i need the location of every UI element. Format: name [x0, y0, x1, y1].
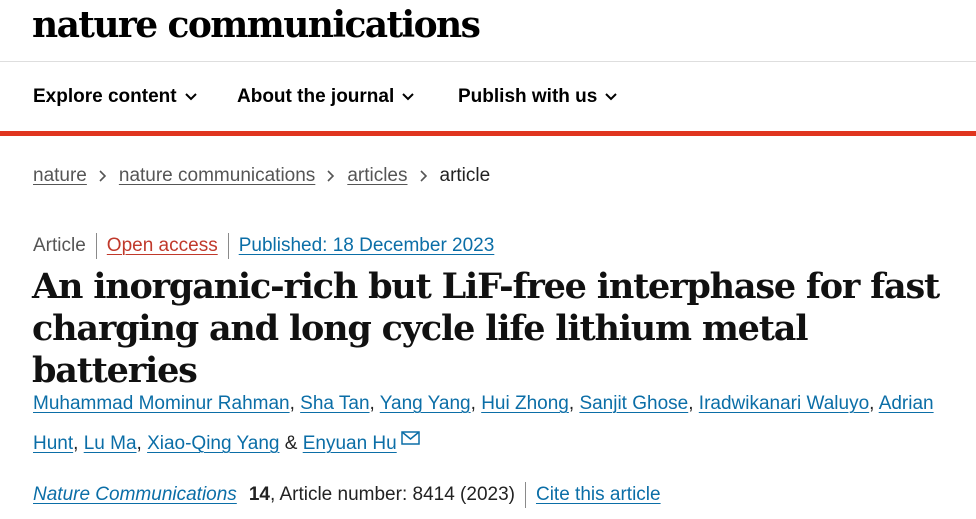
journal-logo[interactable]: nature communications: [32, 2, 481, 48]
author-link[interactable]: Yang Yang: [380, 393, 471, 414]
author-link[interactable]: Sha Tan: [300, 393, 369, 414]
divider: [227, 233, 229, 259]
author-list: Muhammad Mominur Rahman, Sha Tan, Yang Y…: [33, 393, 934, 454]
mail-icon[interactable]: [400, 431, 420, 445]
author-link[interactable]: Sanjit Ghose: [579, 393, 688, 414]
breadcrumb-nature-communications[interactable]: nature communications: [119, 164, 315, 188]
nav-explore-content[interactable]: Explore content: [33, 85, 197, 109]
chevron-right-icon: [327, 170, 335, 182]
published-date-link[interactable]: Published: 18 December 2023: [239, 233, 495, 259]
chevron-down-icon: [402, 93, 414, 101]
author-link[interactable]: Enyuan Hu: [303, 433, 397, 454]
article-type: Article: [33, 235, 86, 256]
chevron-down-icon: [605, 93, 618, 101]
nav-label: Publish with us: [458, 86, 598, 107]
breadcrumb-nature[interactable]: nature: [33, 164, 87, 188]
author-link[interactable]: Hui Zhong: [481, 393, 569, 414]
volume-number: 14: [248, 484, 270, 505]
chevron-right-icon: [419, 170, 428, 182]
author-link[interactable]: Muhammad Mominur Rahman: [33, 393, 290, 414]
article-meta: Article Open access Published: 18 Decemb…: [33, 233, 494, 259]
breadcrumb-current: article: [439, 165, 491, 186]
journal-link[interactable]: Nature Communications: [33, 482, 237, 508]
main-nav: Explore content About the journal Publis…: [0, 63, 976, 131]
author-link[interactable]: Lu Ma: [84, 433, 137, 454]
nav-label: Explore content: [33, 86, 177, 107]
author-link[interactable]: Xiao-Qing Yang: [147, 433, 279, 454]
site-header: nature communications: [0, 0, 976, 62]
divider: [524, 482, 526, 508]
breadcrumb-articles[interactable]: articles: [347, 164, 407, 188]
open-access-link[interactable]: Open access: [107, 233, 218, 259]
nav-about-journal[interactable]: About the journal: [237, 85, 414, 109]
cite-article-link[interactable]: Cite this article: [536, 482, 661, 508]
article-number: , Article number: 8414 (2023): [269, 484, 515, 505]
citation-line: Nature Communications 14 , Article numbe…: [33, 482, 661, 508]
nav-label: About the journal: [237, 86, 395, 107]
chevron-down-icon: [184, 93, 197, 101]
divider: [95, 233, 97, 259]
article-title: An inorganic-rich but LiF-free interphas…: [32, 266, 940, 391]
chevron-right-icon: [99, 170, 107, 182]
accent-bar: [0, 131, 976, 136]
author-link[interactable]: Iradwikanari Waluyo: [699, 393, 869, 414]
nav-publish-with-us[interactable]: Publish with us: [458, 85, 618, 109]
breadcrumb: nature nature communications articles ar…: [33, 164, 490, 188]
